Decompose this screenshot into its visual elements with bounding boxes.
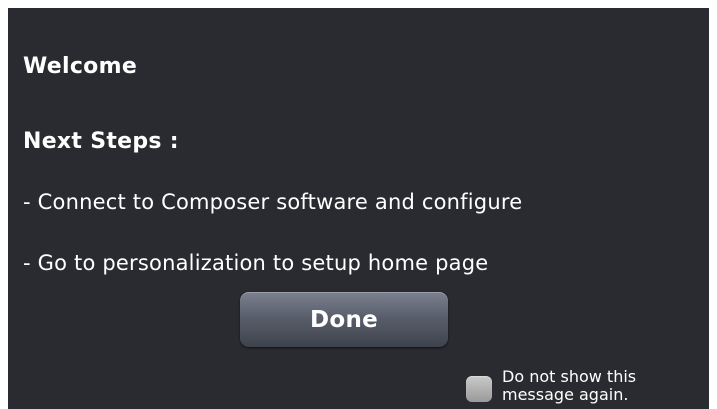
next-steps-heading: Next Steps :	[23, 129, 179, 154]
done-button[interactable]: Done	[240, 292, 448, 347]
welcome-dialog: Welcome Next Steps : - Connect to Compos…	[8, 8, 709, 409]
step-connect-composer: - Connect to Composer software and confi…	[23, 190, 523, 214]
dialog-title: Welcome	[23, 54, 138, 79]
dont-show-again-checkbox[interactable]	[466, 376, 492, 402]
done-button-label: Done	[309, 306, 379, 333]
dont-show-again-label[interactable]: Do not show this message again.	[502, 368, 682, 404]
step-personalization: - Go to personalization to setup home pa…	[23, 251, 489, 275]
